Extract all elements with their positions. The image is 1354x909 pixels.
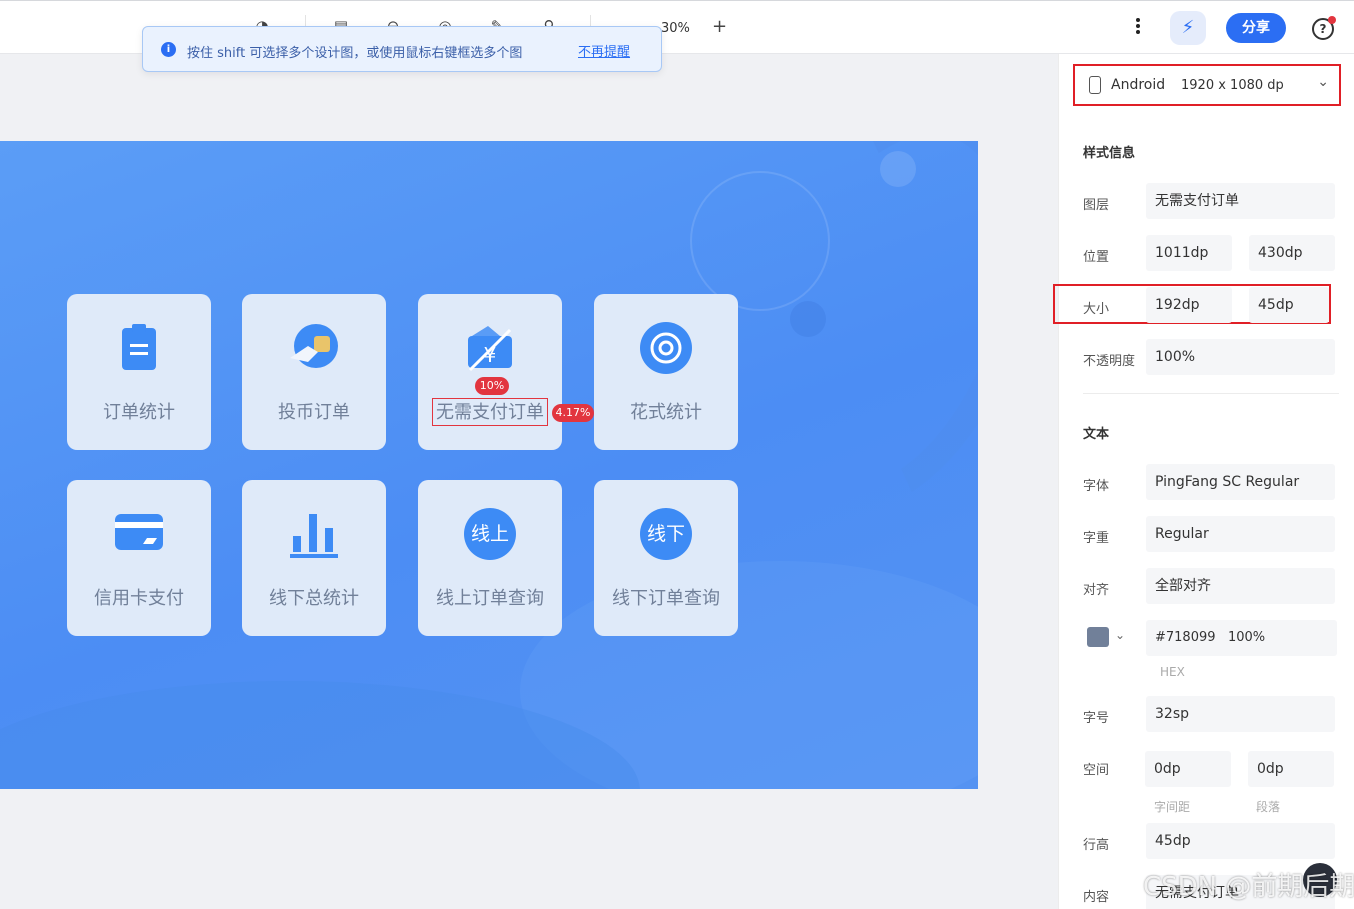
- bar-chart-icon: [290, 514, 338, 558]
- menu-card-fancy-stats[interactable]: 花式统计: [594, 294, 738, 450]
- color-field[interactable]: #718099 100%: [1146, 620, 1337, 656]
- position-x-field[interactable]: 1011dp: [1146, 235, 1232, 271]
- size-label: 大小: [1083, 302, 1110, 317]
- style-section-title: 样式信息: [1083, 146, 1136, 161]
- card-label: 投币订单: [278, 402, 350, 423]
- menu-card-coin-orders[interactable]: 投币订单: [242, 294, 386, 450]
- decorative-dot: [790, 301, 826, 337]
- align-field[interactable]: 全部对齐: [1146, 568, 1335, 604]
- section-divider: [1083, 393, 1339, 394]
- weight-field[interactable]: Regular: [1146, 516, 1335, 552]
- line-height-field[interactable]: 45dp: [1146, 823, 1335, 859]
- offline-badge-icon: 线下: [640, 508, 692, 560]
- card-label: 线下总统计: [269, 588, 359, 609]
- layer-label: 图层: [1083, 198, 1110, 213]
- opacity-label: 不透明度: [1083, 354, 1136, 369]
- device-name: Android: [1111, 77, 1166, 93]
- letter-spacing-sublabel: 字间距: [1154, 800, 1191, 814]
- notification-dot: [1328, 16, 1336, 24]
- paragraph-spacing-sublabel: 段落: [1256, 800, 1281, 814]
- shift-select-tip: i 按住 shift 可选择多个设计图，或使用鼠标右键框选多个图 不再提醒: [142, 26, 662, 72]
- distance-badge-top: 10%: [475, 377, 509, 395]
- content-label: 内容: [1083, 890, 1110, 905]
- font-size-field[interactable]: 32sp: [1146, 696, 1335, 732]
- bolt-icon[interactable]: ⚡: [1170, 11, 1206, 45]
- text-section-title: 文本: [1083, 427, 1110, 442]
- help-icon[interactable]: ?: [1312, 16, 1336, 40]
- size-width-field[interactable]: 192dp: [1146, 287, 1232, 323]
- line-height-label: 行高: [1083, 838, 1110, 853]
- menu-card-offline-stats[interactable]: 线下总统计: [242, 480, 386, 636]
- more-icon[interactable]: [1130, 16, 1146, 38]
- decorative-planet: [690, 171, 830, 311]
- credit-card-icon: [115, 514, 163, 550]
- inspector-panel: Android 1920 x 1080 dp ⌄ 样式信息 图层 无需支付订单 …: [1053, 54, 1354, 909]
- online-badge-icon: 线上: [464, 508, 516, 560]
- letter-spacing-field[interactable]: 0dp: [1145, 751, 1231, 787]
- device-select[interactable]: Android 1920 x 1080 dp ⌄: [1073, 64, 1341, 106]
- device-size: 1920 x 1080 dp: [1181, 78, 1284, 93]
- font-size-label: 字号: [1083, 711, 1110, 726]
- csdn-watermark: CSDN @前期后期: [1143, 872, 1354, 902]
- info-icon: i: [161, 42, 176, 57]
- distance-badge-right: 4.17%: [552, 404, 594, 422]
- spacing-label: 空间: [1083, 763, 1110, 778]
- chevron-down-icon[interactable]: ⌄: [1115, 628, 1125, 642]
- card-label: 无需支付订单: [436, 402, 544, 423]
- menu-card-no-payment-orders[interactable]: ¥ 10% 无需支付订单 4.17%: [418, 294, 594, 450]
- card-label: 花式统计: [630, 402, 702, 423]
- menu-card-online-order-query[interactable]: 线上 线上订单查询: [418, 480, 562, 636]
- opacity-field[interactable]: 100%: [1146, 339, 1335, 375]
- design-artboard[interactable]: 订单统计 投币订单 ¥ 10% 无需支付订单 4.17% 花式统计 信用卡支付 …: [0, 141, 978, 789]
- menu-card-offline-order-query[interactable]: 线下 线下订单查询: [594, 480, 738, 636]
- color-swatch[interactable]: [1087, 627, 1109, 647]
- no-payment-wallet-icon: ¥: [468, 326, 512, 372]
- phone-icon: [1089, 76, 1101, 94]
- card-label: 线下订单查询: [612, 588, 720, 609]
- menu-card-order-stats[interactable]: 订单统计: [67, 294, 211, 450]
- font-label: 字体: [1083, 479, 1110, 494]
- card-label: 信用卡支付: [94, 588, 184, 609]
- zoom-level[interactable]: 30%: [661, 21, 690, 36]
- color-hex: #718099: [1155, 630, 1216, 645]
- menu-card-credit-card[interactable]: 信用卡支付: [67, 480, 211, 636]
- share-button[interactable]: 分享: [1226, 13, 1286, 43]
- position-label: 位置: [1083, 250, 1110, 265]
- color-opacity: 100%: [1227, 630, 1266, 645]
- size-height-field[interactable]: 45dp: [1249, 287, 1329, 323]
- tip-text: 按住 shift 可选择多个设计图，或使用鼠标右键框选多个图: [187, 46, 523, 61]
- dismiss-tip-link[interactable]: 不再提醒: [578, 41, 630, 60]
- decorative-dot: [880, 151, 916, 187]
- font-field[interactable]: PingFang SC Regular: [1146, 464, 1335, 500]
- flower-icon: [640, 322, 692, 374]
- help-label: ?: [1319, 22, 1327, 36]
- card-label: 订单统计: [103, 402, 175, 423]
- zoom-in-button[interactable]: +: [712, 16, 727, 37]
- clipboard-icon: [122, 324, 156, 370]
- align-label: 对齐: [1083, 583, 1110, 598]
- position-y-field[interactable]: 430dp: [1249, 235, 1335, 271]
- card-label: 线上订单查询: [436, 588, 544, 609]
- weight-label: 字重: [1083, 531, 1110, 546]
- paragraph-spacing-field[interactable]: 0dp: [1248, 751, 1334, 787]
- layer-field[interactable]: 无需支付订单: [1146, 183, 1335, 219]
- chevron-down-icon: ⌄: [1317, 74, 1329, 90]
- coin-hand-icon: [290, 324, 338, 368]
- color-format-label: HEX: [1160, 665, 1185, 679]
